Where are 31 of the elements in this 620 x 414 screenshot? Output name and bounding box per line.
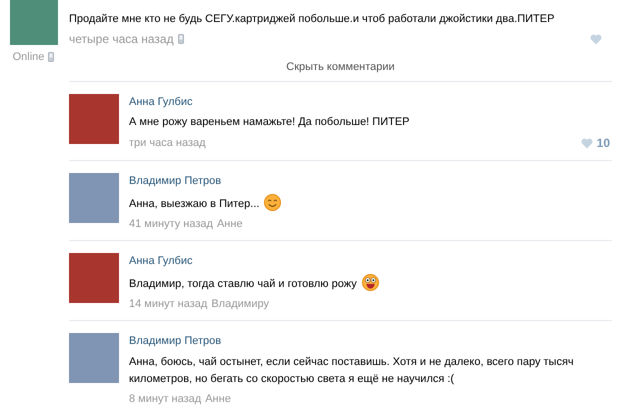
comment-text: Владимир, тогда ставлю чай и готовлю рожу [129,278,357,290]
like-count: 10 [596,135,610,152]
avatar-placeholder[interactable] [69,94,119,144]
comment-time[interactable]: три часа назад [129,134,206,152]
avatar-placeholder[interactable] [69,333,119,383]
reply-to-link[interactable]: Владимиру [211,296,269,312]
post-time[interactable]: четыре часа назад [69,30,174,48]
post-text: Продайте мне кто не будь СЕГУ.картриджей побольше.и чтоб работали джойстики два.ПИТЕР [69,12,556,27]
online-status: Online [12,50,44,65]
avatar-placeholder[interactable] [69,173,119,223]
reply-to-link[interactable]: Анне [205,390,231,407]
comment-author[interactable]: Анна Гулбис [129,96,193,108]
comment-author[interactable]: Владимир Петров [129,175,222,187]
comment-text: Анна, боюсь, чай остынет, если сейчас поставишь. Хотя и не далеко, всего пару тысяч километров, но бегать со скоростью света я ещё не научился :( [129,356,574,384]
laughing-emoji-icon [362,274,379,290]
comment-time[interactable]: 8 минут назад [129,390,202,407]
like-heart-icon[interactable] [580,138,593,148]
avatar-placeholder[interactable] [69,253,119,303]
reply-to-link[interactable]: Анне [216,216,243,232]
avatar-placeholder[interactable] [10,0,58,45]
comment-text: А мне рожу вареньем намажьте! Да побольше! ПИТЕР [129,116,410,128]
comment-time[interactable]: 41 минуту назад [129,216,213,232]
mobile-phone-icon [48,52,54,62]
comment-text: Анна, выезжаю в Питер... [129,198,260,210]
comment-author[interactable]: Владимир Петров [129,335,222,347]
comment-author[interactable]: Анна Гулбис [129,255,193,267]
mobile-phone-icon [178,34,184,44]
smiling-emoji-icon [264,194,282,210]
like-heart-icon[interactable] [590,34,602,44]
comment-time[interactable]: 14 минут назад [129,296,208,312]
hide-comments-link[interactable]: Скрыть комментарии [286,59,395,76]
